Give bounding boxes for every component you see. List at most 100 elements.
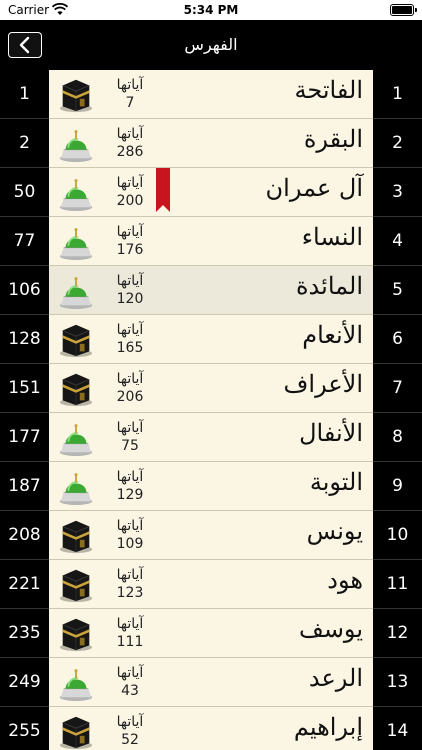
surah-cell[interactable]: آياتها 111 يوسف [49, 609, 373, 658]
ayat-count: آياتها 52 [109, 713, 151, 749]
surah-row[interactable]: 151 آياتها 206 الأعراف 7 [0, 364, 422, 413]
ayat-label: آياتها [116, 518, 144, 534]
surah-name: الأنعام [302, 321, 363, 349]
ayat-count: آياتها 165 [109, 321, 151, 357]
surah-cell[interactable]: آياتها 123 هود [49, 560, 373, 609]
surah-cell[interactable]: آياتها 109 يونس [49, 511, 373, 560]
surah-cell[interactable]: آياتها 165 الأنعام [49, 315, 373, 364]
page-number: 208 [0, 511, 49, 560]
surah-row[interactable]: 77 آياتها 176 النساء 4 [0, 217, 422, 266]
surah-row[interactable]: 128 آياتها 165 الأنعام 6 [0, 315, 422, 364]
ayat-value: 286 [116, 144, 144, 160]
ayat-count: آياتها 7 [109, 76, 151, 112]
surah-row[interactable]: 2 آياتها 286 البقرة 2 [0, 119, 422, 168]
surah-row[interactable]: 249 آياتها 43 الرعد 13 [0, 658, 422, 707]
ayat-label: آياتها [116, 126, 144, 142]
dome-icon [57, 664, 95, 702]
kaaba-icon [57, 615, 95, 653]
surah-name: التوبة [309, 468, 363, 496]
surah-cell[interactable]: آياتها 75 الأنفال [49, 413, 373, 462]
ayat-value: 43 [121, 683, 139, 699]
surah-cell[interactable]: آياتها 286 البقرة [49, 119, 373, 168]
page-number: 249 [0, 658, 49, 707]
surah-row[interactable]: 177 آياتها 75 الأنفال 8 [0, 413, 422, 462]
ayat-value: 109 [116, 536, 144, 552]
dome-icon [57, 125, 95, 163]
dome-icon [57, 272, 95, 310]
surah-name: إبراهيم [293, 713, 363, 741]
surah-number: 2 [373, 119, 422, 168]
surah-name: النساء [301, 223, 363, 251]
surah-name: يوسف [298, 615, 363, 643]
page-number: 1 [0, 70, 49, 119]
surah-row[interactable]: 255 آياتها 52 إبراهيم 14 [0, 707, 422, 750]
surah-row[interactable]: 235 آياتها 111 يوسف 12 [0, 609, 422, 658]
surah-number: 3 [373, 168, 422, 217]
ayat-label: آياتها [116, 273, 144, 289]
ayat-count: آياتها 75 [109, 419, 151, 455]
surah-number: 9 [373, 462, 422, 511]
surah-number: 7 [373, 364, 422, 413]
surah-cell[interactable]: آياتها 200 آل عمران [49, 168, 373, 217]
ayat-label: آياتها [116, 616, 144, 632]
ayat-value: 7 [125, 95, 135, 111]
ayat-count: آياتها 123 [109, 566, 151, 602]
ayat-label: آياتها [116, 714, 144, 730]
ayat-count: آياتها 129 [109, 468, 151, 504]
ayat-value: 200 [116, 193, 144, 209]
surah-row[interactable]: 208 آياتها 109 يونس 10 [0, 511, 422, 560]
ayat-count: آياتها 111 [109, 615, 151, 651]
surah-cell[interactable]: آياتها 43 الرعد [49, 658, 373, 707]
surah-number: 8 [373, 413, 422, 462]
ayat-value: 120 [116, 291, 144, 307]
ayat-label: آياتها [116, 77, 144, 93]
surah-cell[interactable]: آياتها 129 التوبة [49, 462, 373, 511]
kaaba-icon [57, 321, 95, 359]
surah-name: يونس [306, 517, 363, 545]
clock: 5:34 PM [183, 3, 239, 17]
surah-row[interactable]: 50 آياتها 200 آل عمران 3 [0, 168, 422, 217]
surah-row[interactable]: 187 آياتها 129 التوبة 9 [0, 462, 422, 511]
surah-number: 13 [373, 658, 422, 707]
surah-name: آل عمران [265, 174, 363, 202]
ayat-label: آياتها [116, 567, 144, 583]
ayat-value: 52 [121, 732, 139, 748]
page-number: 77 [0, 217, 49, 266]
surah-cell[interactable]: آياتها 7 الفاتحة [49, 70, 373, 119]
bookmark-icon[interactable] [156, 168, 170, 212]
surah-cell[interactable]: آياتها 206 الأعراف [49, 364, 373, 413]
ayat-label: آياتها [116, 175, 144, 191]
surah-cell[interactable]: آياتها 120 المائدة [49, 266, 373, 315]
status-bar: Carrier 5:34 PM [0, 0, 422, 20]
surah-row[interactable]: 1 آياتها 7 الفاتحة 1 [0, 70, 422, 119]
surah-number: 4 [373, 217, 422, 266]
ayat-count: آياتها 176 [109, 223, 151, 259]
ayat-count: آياتها 120 [109, 272, 151, 308]
surah-row[interactable]: 221 آياتها 123 هود 11 [0, 560, 422, 609]
page-number: 187 [0, 462, 49, 511]
dome-icon [57, 223, 95, 261]
kaaba-icon [57, 370, 95, 408]
page-number: 128 [0, 315, 49, 364]
surah-cell[interactable]: آياتها 52 إبراهيم [49, 707, 373, 750]
page-number: 50 [0, 168, 49, 217]
kaaba-icon [57, 76, 95, 114]
ayat-value: 129 [116, 487, 144, 503]
surah-number: 11 [373, 560, 422, 609]
surah-number: 6 [373, 315, 422, 364]
ayat-count: آياتها 286 [109, 125, 151, 161]
surah-number: 14 [373, 707, 422, 750]
surah-name: الأنفال [299, 419, 363, 447]
ayat-label: آياتها [116, 469, 144, 485]
ayat-value: 75 [121, 438, 139, 454]
page-number: 235 [0, 609, 49, 658]
ayat-count: آياتها 200 [109, 174, 151, 210]
dome-icon [57, 468, 95, 506]
surah-number: 10 [373, 511, 422, 560]
page-number: 2 [0, 119, 49, 168]
surah-row[interactable]: 106 آياتها 120 المائدة 5 [0, 266, 422, 315]
ayat-label: آياتها [116, 224, 144, 240]
surah-index-list[interactable]: 1 آياتها 7 الفاتحة 1 2 آياتها 286 البقرة 2 50 آي… [0, 70, 422, 750]
battery-icon [390, 4, 417, 16]
surah-cell[interactable]: آياتها 176 النساء [49, 217, 373, 266]
